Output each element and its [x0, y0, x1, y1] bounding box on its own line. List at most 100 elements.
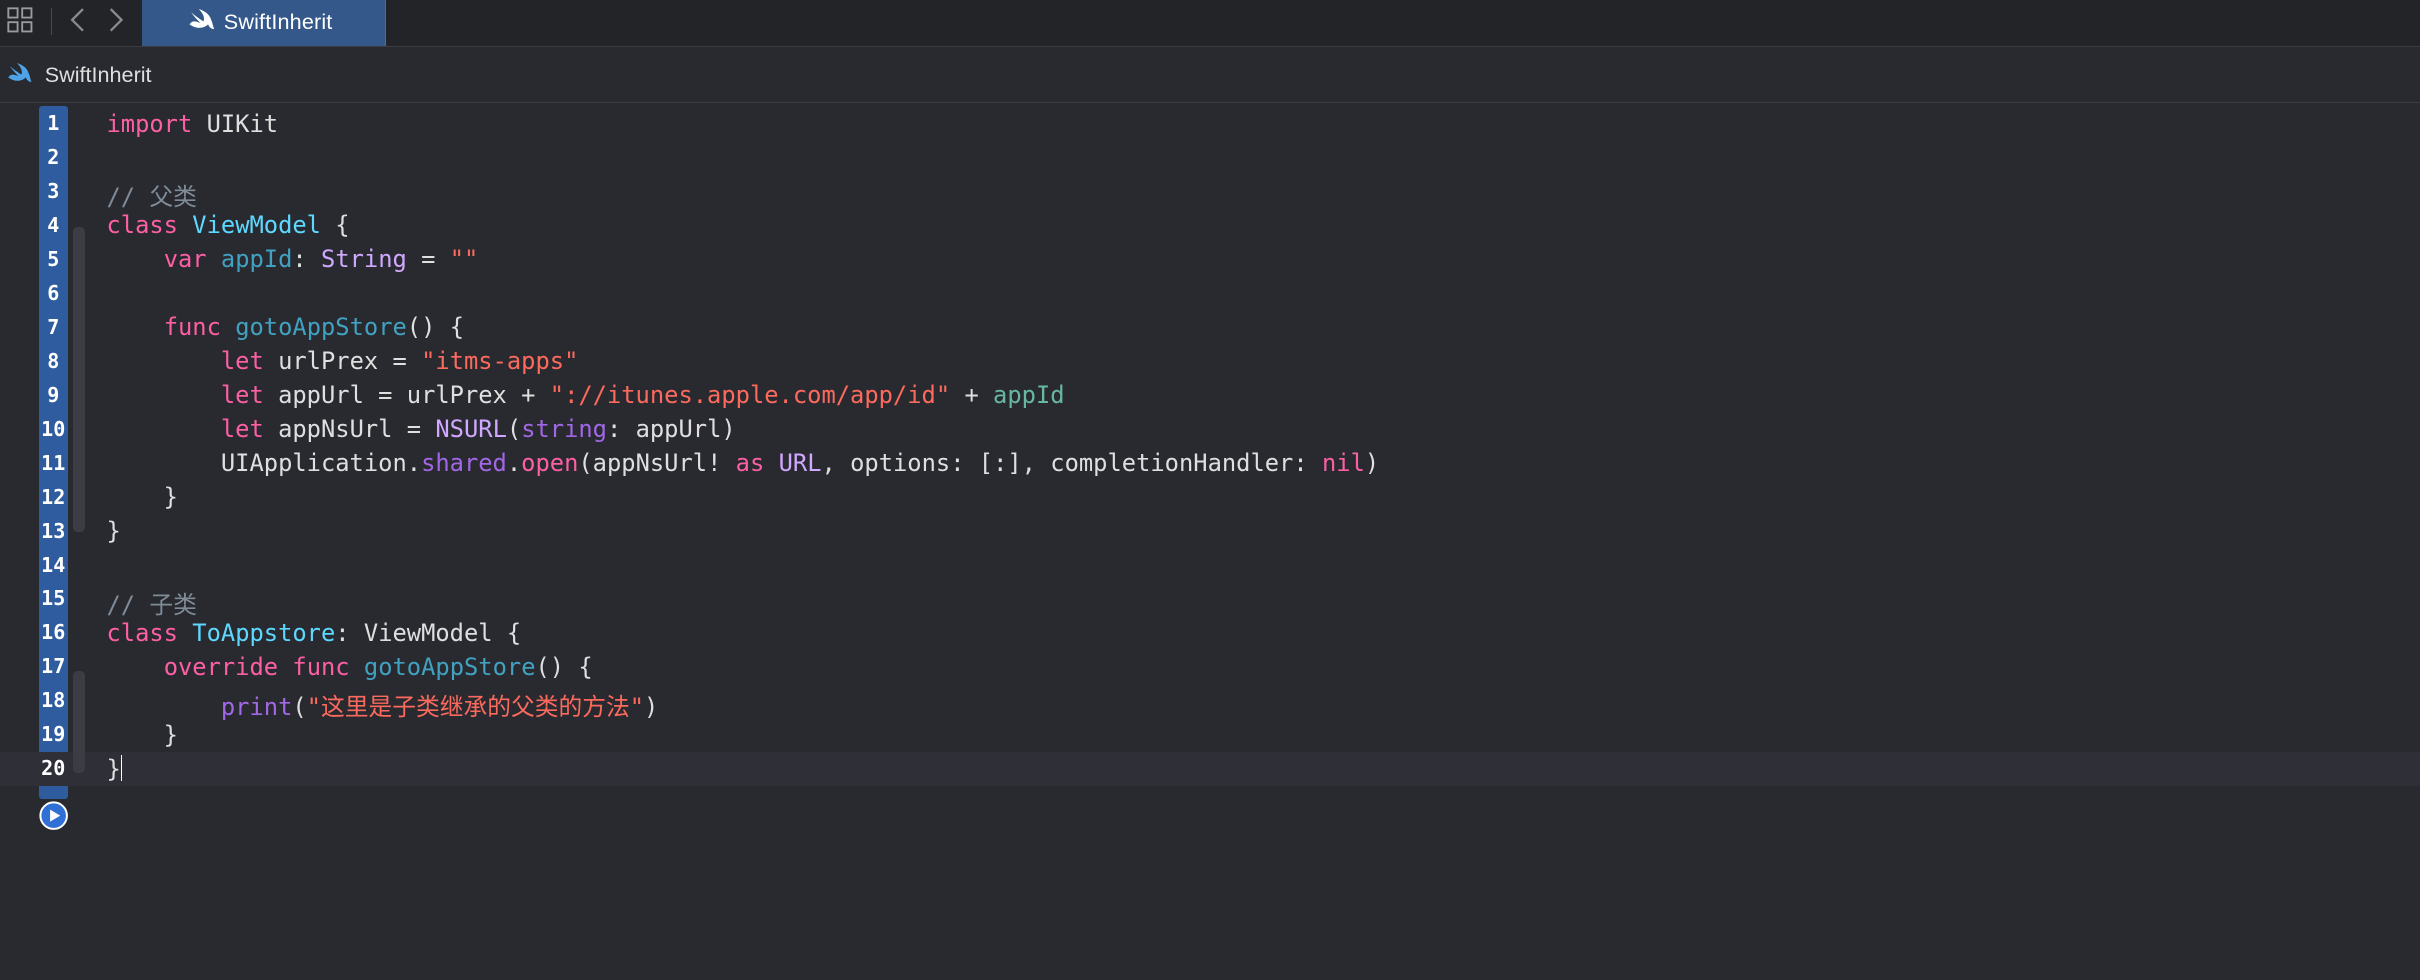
code-line[interactable]: 15 // 子类	[0, 582, 2420, 618]
code-token: UIApplication.	[106, 449, 422, 478]
line-number[interactable]: 14	[39, 553, 68, 577]
code-line[interactable]: 6	[0, 276, 2420, 310]
code-line[interactable]: 17 override func gotoAppStore() {	[0, 650, 2420, 684]
code-token: (	[292, 692, 307, 721]
code-text[interactable]: }	[106, 721, 178, 749]
line-number[interactable]: 19	[39, 722, 68, 746]
line-number[interactable]: 4	[39, 213, 68, 237]
code-text[interactable]: let appUrl = urlPrex + "://itunes.apple.…	[106, 381, 1065, 410]
code-token: +	[950, 381, 994, 410]
play-icon[interactable]	[38, 801, 68, 830]
code-text[interactable]: print("这里是子类继承的父类的方法")	[106, 687, 658, 722]
code-line[interactable]: 14	[0, 548, 2420, 582]
code-line[interactable]: 1 import UIKit	[0, 106, 2420, 140]
code-text[interactable]: }	[106, 483, 178, 511]
code-line[interactable]: 10 let appNsUrl = NSURL(string: appUrl)	[0, 412, 2420, 446]
line-number[interactable]: 8	[39, 349, 68, 373]
code-line[interactable]: 12 }	[0, 480, 2420, 514]
code-token: () {	[535, 652, 593, 681]
line-number[interactable]: 17	[39, 654, 68, 678]
code-text[interactable]: let urlPrex = "itms-apps"	[106, 347, 579, 375]
code-token: (appNsUrl!	[578, 449, 736, 478]
code-token: override	[163, 652, 279, 681]
code-token: String	[321, 245, 407, 274]
code-text[interactable]: func gotoAppStore() {	[106, 313, 464, 341]
code-token: // 父类	[106, 183, 197, 212]
line-number[interactable]: 5	[39, 247, 68, 271]
code-token: : appUrl)	[606, 415, 736, 444]
code-token: appUrl = urlPrex +	[263, 381, 550, 410]
code-text[interactable]: class ToAppstore: ViewModel {	[106, 619, 521, 647]
line-number[interactable]: 7	[39, 315, 68, 339]
code-text[interactable]: import UIKit	[106, 110, 278, 138]
code-token: ""	[449, 245, 479, 274]
code-line[interactable]: 11 UIApplication.shared.open(appNsUrl! a…	[0, 446, 2420, 480]
code-text[interactable]: override func gotoAppStore() {	[106, 652, 593, 681]
chevron-left-icon[interactable]	[66, 6, 91, 34]
code-text[interactable]: }	[106, 755, 123, 783]
code-token: {	[321, 211, 350, 240]
tab-swiftinherit[interactable]: SwiftInherit	[141, 0, 386, 47]
code-token: :	[292, 245, 322, 274]
code-line[interactable]: 13}	[0, 514, 2420, 548]
fold-ribbon-gotoappstore[interactable]	[72, 328, 85, 499]
code-token: open	[521, 449, 579, 478]
code-token: appId	[993, 381, 1065, 410]
code-line[interactable]: 19 }	[0, 718, 2420, 752]
breadcrumb-item-file[interactable]: SwiftInherit	[45, 62, 152, 88]
code-token: }	[106, 517, 121, 546]
chevron-right-icon[interactable]	[103, 6, 128, 34]
code-token: "这里是子类继承的父类的方法"	[306, 692, 645, 721]
line-number[interactable]: 6	[39, 281, 68, 305]
line-number[interactable]: 11	[39, 451, 68, 475]
code-line[interactable]: 5 var appId: String = ""	[0, 242, 2420, 276]
code-line[interactable]: 4 class ViewModel {	[0, 208, 2420, 242]
line-number[interactable]: 12	[39, 485, 68, 509]
grid-icon[interactable]	[6, 6, 34, 34]
line-number[interactable]: 20	[39, 756, 68, 780]
code-line[interactable]: 2	[0, 140, 2420, 174]
code-text[interactable]: // 子类	[106, 585, 196, 620]
code-text[interactable]: }	[106, 517, 120, 545]
code-line[interactable]: 20}	[0, 751, 2420, 786]
code-token: , options: [:], completionHandler:	[821, 449, 1322, 478]
code-text[interactable]: var appId: String = ""	[106, 245, 479, 274]
code-text[interactable]: let appNsUrl = NSURL(string: appUrl)	[106, 415, 736, 444]
fold-ribbon-toappstore[interactable]	[72, 671, 85, 774]
code-line[interactable]: 18 print("这里是子类继承的父类的方法")	[0, 684, 2420, 720]
code-line[interactable]: 3 // 父类	[0, 174, 2420, 211]
code-text[interactable]: class ViewModel {	[106, 211, 349, 239]
line-number[interactable]: 13	[39, 519, 68, 543]
line-number[interactable]: 18	[39, 688, 68, 712]
line-number[interactable]: 15	[39, 586, 68, 610]
xcode-window: SwiftInherit SwiftInherit 1 import UIKit 2…	[0, 0, 2420, 980]
code-token: shared	[421, 449, 507, 478]
line-number[interactable]: 1	[39, 111, 68, 135]
code-token: func	[292, 652, 350, 681]
line-number[interactable]: 2	[39, 145, 68, 169]
code-token: nil	[1321, 449, 1365, 478]
code-token: : ViewModel {	[335, 618, 522, 647]
line-number[interactable]: 10	[39, 417, 68, 441]
code-line[interactable]: 16 class ToAppstore: ViewModel {	[0, 616, 2420, 650]
code-line[interactable]: 7 func gotoAppStore() {	[0, 310, 2420, 344]
code-editor[interactable]: 1 import UIKit 2 3 // 父类 4 class ViewModel { 5 …	[0, 103, 2420, 980]
code-line[interactable]: 9 let appUrl = urlPrex + "://itunes.appl…	[0, 378, 2420, 412]
code-token: =	[406, 245, 450, 274]
code-line[interactable]: 8 let urlPrex = "itms-apps"	[0, 344, 2420, 378]
code-text[interactable]: UIApplication.shared.open(appNsUrl! as U…	[106, 449, 1379, 477]
line-number[interactable]: 9	[39, 383, 68, 407]
code-token: () {	[406, 313, 464, 342]
code-token: func	[163, 313, 221, 342]
toolbar-divider	[50, 7, 53, 36]
line-number[interactable]: 3	[39, 179, 68, 203]
line-number[interactable]: 16	[39, 620, 68, 644]
code-text[interactable]: // 父类	[106, 177, 196, 212]
